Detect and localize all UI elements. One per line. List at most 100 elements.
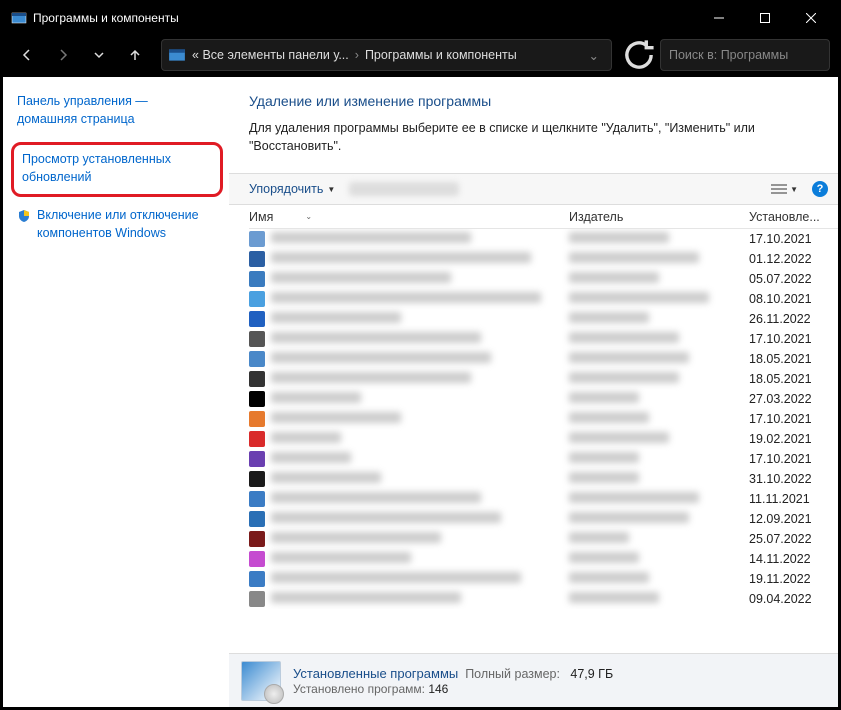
refresh-button[interactable] <box>622 39 656 71</box>
program-icon <box>249 491 265 507</box>
install-date: 19.11.2022 <box>749 572 838 586</box>
install-date: 19.02.2021 <box>749 432 838 446</box>
table-row[interactable]: 12.09.2021 <box>249 509 838 529</box>
chevron-down-icon[interactable]: ⌄ <box>583 48 605 63</box>
window: Программы и компоненты « Все элементы па… <box>0 0 841 710</box>
search-input[interactable]: Поиск в: Программы <box>660 39 830 71</box>
view-mode-button[interactable]: ▼ <box>771 183 798 195</box>
maximize-button[interactable] <box>742 3 788 33</box>
breadcrumb-part1[interactable]: Все элементы панели у... <box>202 48 348 62</box>
table-row[interactable]: 17.10.2021 <box>249 229 838 249</box>
table-row[interactable]: 27.03.2022 <box>249 389 838 409</box>
search-placeholder: Поиск в: Программы <box>669 48 788 62</box>
table-row[interactable]: 14.11.2022 <box>249 549 838 569</box>
footer-size-value: 47,9 ГБ <box>570 667 613 681</box>
sidebar: Панель управления — домашняя страница Пр… <box>3 77 229 707</box>
footer-title: Установленные программы <box>293 666 458 681</box>
program-icon <box>249 391 265 407</box>
program-icon <box>249 271 265 287</box>
program-icon <box>249 431 265 447</box>
breadcrumb-prefix: « <box>192 48 199 62</box>
sidebar-installed-updates-link[interactable]: Просмотр установленных обновлений <box>22 151 212 186</box>
minimize-button[interactable] <box>696 3 742 33</box>
program-icon <box>249 511 265 527</box>
program-icon <box>249 311 265 327</box>
install-date: 17.10.2021 <box>749 232 838 246</box>
nav-forward-button[interactable] <box>47 39 79 71</box>
footer-count-label: Установлено программ: <box>293 682 425 696</box>
install-date: 27.03.2022 <box>749 392 838 406</box>
table-row[interactable]: 09.04.2022 <box>249 589 838 609</box>
program-icon <box>249 371 265 387</box>
sidebar-home-link[interactable]: Панель управления — домашняя страница <box>17 93 219 128</box>
footer-size-label: Полный размер: <box>465 667 560 681</box>
sidebar-updates-highlight: Просмотр установленных обновлений <box>11 142 223 197</box>
program-icon <box>249 551 265 567</box>
column-name[interactable]: Имя ⌄ <box>249 210 569 224</box>
shield-icon <box>17 209 31 223</box>
nav-up-button[interactable] <box>119 39 151 71</box>
table-row[interactable]: 18.05.2021 <box>249 349 838 369</box>
install-date: 17.10.2021 <box>749 412 838 426</box>
table-row[interactable]: 26.11.2022 <box>249 309 838 329</box>
titlebar: Программы и компоненты <box>3 3 838 33</box>
program-icon <box>249 351 265 367</box>
install-date: 14.11.2022 <box>749 552 838 566</box>
install-date: 25.07.2022 <box>749 532 838 546</box>
page-description: Для удаления программы выберите ее в спи… <box>249 119 818 155</box>
help-button[interactable]: ? <box>812 181 828 197</box>
table-row[interactable]: 17.10.2021 <box>249 329 838 349</box>
table-row[interactable]: 17.10.2021 <box>249 409 838 429</box>
install-date: 18.05.2021 <box>749 352 838 366</box>
program-icon <box>249 591 265 607</box>
table-row[interactable]: 08.10.2021 <box>249 289 838 309</box>
program-list: Имя ⌄ Издатель Установле... 17.10.2021 01… <box>229 205 838 653</box>
programs-icon <box>241 661 281 701</box>
sort-indicator-icon: ⌄ <box>305 212 312 221</box>
app-icon <box>11 10 27 26</box>
footer-count-value: 146 <box>428 682 448 696</box>
list-header: Имя ⌄ Издатель Установле... <box>249 205 838 229</box>
breadcrumb-part2[interactable]: Программы и компоненты <box>365 48 517 62</box>
install-date: 31.10.2022 <box>749 472 838 486</box>
table-row[interactable]: 11.11.2021 <box>249 489 838 509</box>
table-row[interactable]: 19.02.2021 <box>249 429 838 449</box>
navbar: « Все элементы панели у... › Программы и… <box>3 33 838 77</box>
table-row[interactable]: 05.07.2022 <box>249 269 838 289</box>
list-rows[interactable]: 17.10.2021 01.12.202205.07.2022 08.10.2021… <box>249 229 838 609</box>
window-title: Программы и компоненты <box>33 11 179 25</box>
table-row[interactable]: 18.05.2021 <box>249 369 838 389</box>
page-heading: Удаление или изменение программы <box>249 93 818 109</box>
table-row[interactable]: 19.11.2022 <box>249 569 838 589</box>
table-row[interactable]: 25.07.2022 <box>249 529 838 549</box>
program-icon <box>249 231 265 247</box>
program-icon <box>249 531 265 547</box>
install-date: 12.09.2021 <box>749 512 838 526</box>
organize-button[interactable]: Упорядочить ▼ <box>249 182 335 196</box>
toolbar: Упорядочить ▼ ▼ ? <box>229 173 838 205</box>
toolbar-action-blurred[interactable] <box>349 182 459 196</box>
install-date: 08.10.2021 <box>749 292 838 306</box>
install-date: 26.11.2022 <box>749 312 838 326</box>
install-date: 17.10.2021 <box>749 452 838 466</box>
chevron-down-icon: ▼ <box>327 185 335 194</box>
program-icon <box>249 291 265 307</box>
status-footer: Установленные программы Полный размер: 4… <box>229 653 838 707</box>
breadcrumb[interactable]: « Все элементы панели у... › Программы и… <box>161 39 612 71</box>
program-icon <box>249 251 265 267</box>
program-icon <box>249 451 265 467</box>
table-row[interactable]: 17.10.2021 <box>249 449 838 469</box>
sidebar-windows-features-link[interactable]: Включение или отключение компонентов Win… <box>37 207 199 242</box>
chevron-right-icon: › <box>355 48 359 62</box>
nav-back-button[interactable] <box>11 39 43 71</box>
table-row[interactable]: 01.12.2022 <box>249 249 838 269</box>
table-row[interactable]: 31.10.2022 <box>249 469 838 489</box>
install-date: 18.05.2021 <box>749 372 838 386</box>
nav-recent-button[interactable] <box>83 39 115 71</box>
program-icon <box>249 471 265 487</box>
install-date: 17.10.2021 <box>749 332 838 346</box>
column-publisher[interactable]: Издатель <box>569 210 749 224</box>
program-icon <box>249 411 265 427</box>
column-installed[interactable]: Установле... <box>749 210 838 224</box>
close-button[interactable] <box>788 3 834 33</box>
